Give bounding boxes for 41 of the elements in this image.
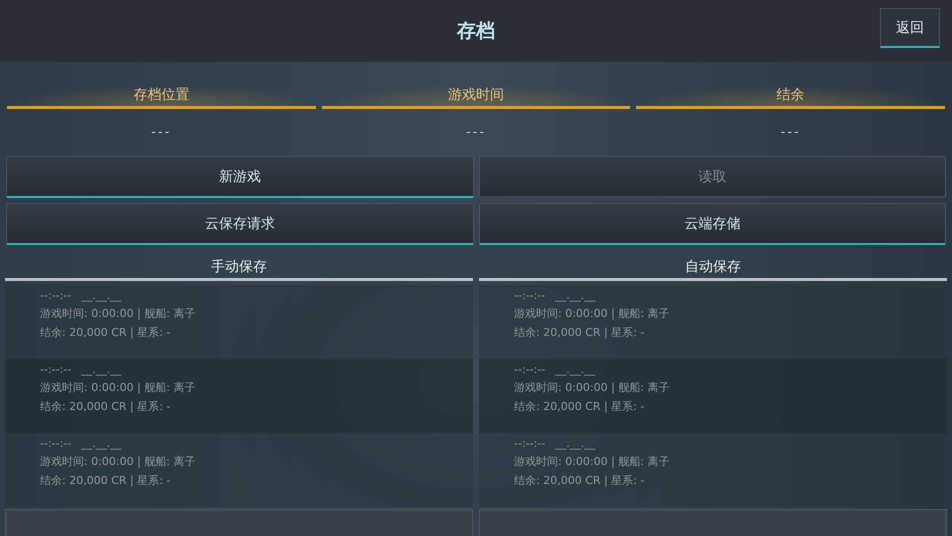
slot-detail: 游戏时间: 0:00:00 | 舰船: 离子	[40, 454, 197, 469]
slot-date: __.__.__	[555, 437, 596, 450]
slot-date: __.__.__	[555, 289, 596, 302]
slot-detail: 游戏时间: 0:00:00 | 舰船: 离子	[514, 380, 671, 395]
slot-time: --:--:--	[40, 437, 72, 450]
column-header: 存档位置	[7, 86, 316, 109]
column-header: 结余	[636, 86, 946, 109]
slot-date: __.__.__	[81, 363, 122, 376]
section-header: 自动保存	[479, 258, 947, 281]
menu-button[interactable]: 云端存储	[478, 203, 946, 245]
column-value: ---	[780, 125, 802, 140]
slot-date: __.__.__	[81, 289, 122, 302]
slot-detail: 结余: 20,000 CR | 星系: -	[514, 325, 646, 340]
slot-time: --:--:--	[514, 437, 546, 450]
save-slot[interactable]: --:--:-- __.__.__ 游戏时间: 0:00:00 | 舰船: 离子 结余: 20,000 CR | 星系: -	[479, 359, 947, 433]
slot-time: --:--:--	[514, 289, 546, 302]
screen-title: 存档	[457, 19, 495, 44]
slot-time: --:--:--	[514, 363, 546, 376]
slot-detail: 结余: 20,000 CR | 星系: -	[514, 473, 646, 488]
slot-detail: 结余: 20,000 CR | 星系: -	[40, 325, 172, 340]
column-header: 游戏时间	[322, 86, 630, 109]
slot-date: __.__.__	[555, 363, 596, 376]
slot-date: __.__.__	[81, 437, 122, 450]
section-header: 手动保存	[5, 258, 473, 281]
slot-detail: 游戏时间: 0:00:00 | 舰船: 离子	[514, 306, 671, 321]
slot-detail: 结余: 20,000 CR | 星系: -	[40, 399, 172, 414]
column-value: ---	[464, 125, 488, 140]
menu-button[interactable]: 云保存请求	[6, 203, 474, 245]
slot-detail: 游戏时间: 0:00:00 | 舰船: 离子	[40, 306, 197, 321]
slot-detail: 结余: 20,000 CR | 星系: -	[40, 473, 172, 488]
slot-detail: 游戏时间: 0:00:00 | 舰船: 离子	[514, 454, 671, 469]
slot-time: --:--:--	[40, 363, 72, 376]
save-slot[interactable]: --:--:-- __.__.__ 游戏时间: 0:00:00 | 舰船: 离子 结余: 20,000 CR | 星系: -	[5, 433, 473, 507]
column-value: ---	[150, 125, 172, 140]
slot-detail: 结余: 20,000 CR | 星系: -	[514, 399, 646, 414]
save-slot[interactable]: --:--:-- __.__.__ 游戏时间: 0:00:00 | 舰船: 离子 结余: 20,000 CR | 星系: -	[5, 359, 473, 433]
menu-button[interactable]: 新游戏	[6, 156, 474, 198]
save-slot[interactable]: --:--:-- __.__.__ 游戏时间: 0:00:00 | 舰船: 离子 结余: 20,000 CR | 星系: -	[5, 285, 473, 359]
slot-detail: 游戏时间: 0:00:00 | 舰船: 离子	[40, 380, 197, 395]
slot-time: --:--:--	[40, 289, 72, 302]
back-button[interactable]: 返回	[880, 8, 940, 48]
